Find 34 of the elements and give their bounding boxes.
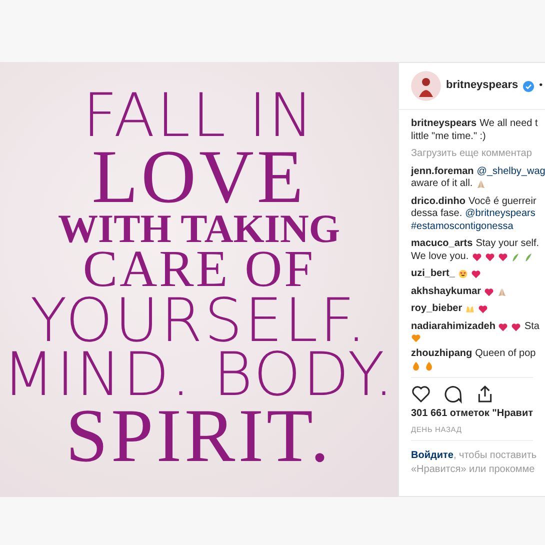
quote-line: CARE OF <box>82 247 316 294</box>
quote-line: SPIRIT. <box>66 402 332 470</box>
quote-line: YOURSELF. <box>30 294 368 348</box>
comment-username[interactable]: zhouzhipang <box>411 348 472 360</box>
mention-link[interactable]: @britneyspears <box>465 208 536 220</box>
quote-line: FALL IN <box>82 88 316 143</box>
mention-link[interactable]: @_shelby_wag <box>476 166 545 178</box>
comment-username[interactable]: roy_bieber <box>411 303 462 316</box>
comment-username[interactable]: macuco_arts <box>411 238 473 250</box>
likes-count[interactable]: 301 661 отметок "Нравит <box>399 406 545 422</box>
mention-link[interactable]: #estamoscontigonessa <box>411 220 514 233</box>
quote-line: LOVE <box>92 142 306 212</box>
comment-text: We all need t <box>480 118 538 130</box>
comment-username[interactable]: akhshaykumar <box>411 286 482 298</box>
comment-text: dessa fase. <box>411 208 462 220</box>
comment-text: Sta <box>524 320 540 333</box>
username-link[interactable]: britneyspears <box>446 79 518 93</box>
comment-text: Você é guerreir <box>468 196 536 208</box>
comment-text: Queen of pop <box>475 348 536 360</box>
comment-username[interactable]: drico.dinho <box>411 196 466 208</box>
comment-username[interactable]: nadiarahimizadeh <box>411 320 496 333</box>
comment-text: Stay your self. <box>476 238 540 250</box>
comment-text: aware of it all. <box>411 178 473 190</box>
comment-username[interactable]: britneyspears <box>411 118 477 130</box>
login-prompt: , чтобы поставить <box>453 450 537 462</box>
login-link[interactable]: Войдите <box>411 450 454 462</box>
comment-text: We love you. <box>411 250 469 263</box>
quote-line: WITH TAKING <box>58 211 340 248</box>
comment-username[interactable]: jenn.foreman <box>411 166 474 178</box>
login-prompt: «Нравится» или прокомме <box>411 464 535 476</box>
separator-dot: • <box>539 80 543 92</box>
quote-line: MIND. BODY. <box>2 348 396 402</box>
comment-text: little "me time." :) <box>411 130 486 143</box>
comment-username[interactable]: uzi_bert_ <box>411 268 455 280</box>
